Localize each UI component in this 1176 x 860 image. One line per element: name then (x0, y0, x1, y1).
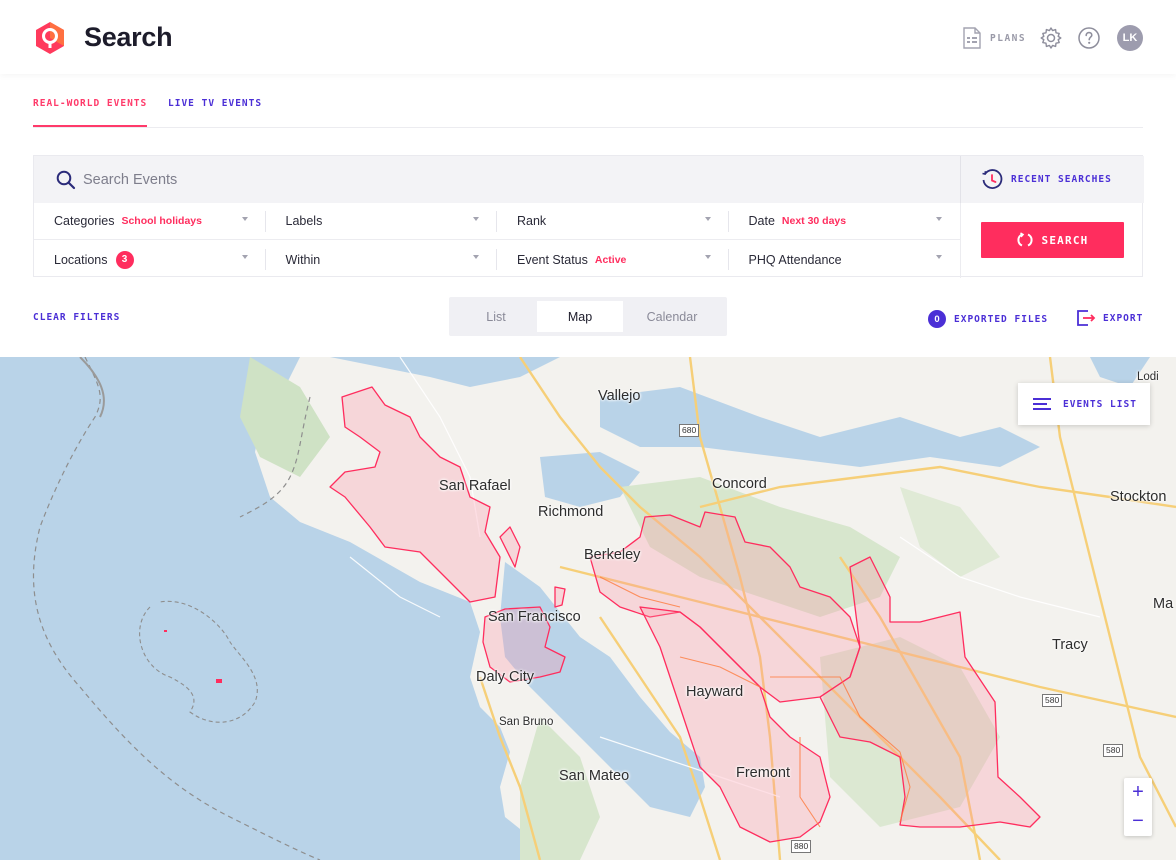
filter-value: School holidays (121, 215, 202, 227)
recent-searches-label: RECENT SEARCHES (1011, 174, 1112, 185)
clock-history-icon (982, 168, 1003, 189)
city-label: San Francisco (488, 609, 581, 625)
map-canvas (0, 357, 1176, 860)
filter-labels[interactable]: Labels (266, 203, 497, 239)
user-avatar[interactable]: LK (1117, 25, 1143, 51)
exported-files-button[interactable]: 0 EXPORTED FILES (928, 310, 1048, 328)
filter-row: Locations 3 Within Event Status Active P… (34, 241, 960, 278)
filter-label: Labels (285, 214, 323, 228)
view-map[interactable]: Map (537, 301, 623, 332)
city-label: Ma (1153, 596, 1174, 612)
search-button-area: SEARCH (960, 203, 1144, 278)
export-icon (1077, 310, 1096, 326)
city-label: Vallejo (598, 388, 641, 404)
zoom-out-button[interactable]: − (1124, 807, 1152, 836)
view-calendar[interactable]: Calendar (629, 301, 715, 332)
export-label: EXPORT (1103, 312, 1144, 324)
gear-icon[interactable] (1039, 26, 1063, 50)
city-label: Richmond (538, 504, 604, 520)
chevron-down-icon (241, 217, 248, 221)
city-label: San Bruno (499, 716, 554, 728)
city-label: Berkeley (584, 547, 641, 563)
filter-locations[interactable]: Locations 3 (34, 241, 266, 278)
city-label: Daly City (476, 669, 535, 685)
filter-label: Date (748, 214, 775, 228)
highway-shield: 580 (1042, 694, 1063, 707)
chevron-down-icon (704, 217, 711, 221)
plans-button[interactable]: PLANS (962, 26, 1026, 50)
recent-searches-button[interactable]: RECENT SEARCHES (960, 156, 1144, 203)
events-list-label: EVENTS LIST (1063, 398, 1137, 410)
filter-label: Within (285, 252, 321, 267)
filter-label: Rank (517, 214, 547, 228)
plans-label: PLANS (990, 32, 1027, 44)
export-button[interactable]: EXPORT (1076, 308, 1143, 328)
filter-categories[interactable]: Categories School holidays (34, 203, 266, 239)
predicthq-logo[interactable] (33, 21, 67, 55)
chevron-down-icon (936, 255, 942, 259)
search-button-label: SEARCH (1041, 233, 1089, 247)
chevron-down-icon (473, 217, 479, 221)
clear-filters-link[interactable]: CLEAR FILTERS (33, 312, 120, 323)
event-map[interactable]: Vallejo San Rafael Richmond Concord Stoc… (0, 357, 1176, 860)
search-icon (56, 170, 76, 189)
filter-phq-attendance[interactable]: PHQ Attendance (729, 241, 961, 278)
active-tab-underline (33, 125, 147, 127)
filter-value: Active (594, 253, 627, 266)
menu-icon (1033, 398, 1051, 410)
refresh-icon (1017, 232, 1033, 247)
filter-row: Categories School holidays Labels Rank D… (34, 203, 960, 240)
tab-real-world-events[interactable]: REAL-WORLD EVENTS (33, 98, 147, 109)
chevron-down-icon (936, 217, 942, 221)
highway-shield: 580 (1103, 744, 1124, 757)
chevron-down-icon (704, 255, 711, 259)
city-label: Fremont (736, 765, 790, 781)
filter-rank[interactable]: Rank (497, 203, 729, 239)
city-label: Hayward (686, 684, 744, 700)
city-label: San Mateo (559, 768, 630, 784)
city-label: Concord (712, 476, 767, 492)
filter-label: Event Status (517, 252, 588, 267)
chevron-down-icon (473, 255, 479, 259)
filter-label: Categories (54, 214, 115, 228)
page-title: Search (84, 22, 173, 52)
search-panel: RECENT SEARCHES Categories School holida… (33, 155, 1144, 278)
search-bar (34, 156, 960, 203)
search-input[interactable] (83, 171, 883, 188)
filter-label: PHQ Attendance (748, 252, 842, 267)
filter-label: Locations (54, 252, 108, 267)
exported-count-badge: 0 (928, 310, 946, 328)
zoom-in-button[interactable]: + (1124, 778, 1152, 807)
view-list[interactable]: List (453, 301, 539, 332)
highway-shield: 680 (679, 424, 700, 437)
city-label: Stockton (1110, 489, 1167, 505)
filter-value: Next 30 days (781, 215, 847, 227)
zoom-control: + − (1124, 778, 1152, 836)
exported-files-label: EXPORTED FILES (954, 313, 1049, 325)
search-button[interactable]: SEARCH (981, 222, 1124, 258)
events-list-button[interactable]: EVENTS LIST (1018, 383, 1150, 425)
tab-live-tv-events[interactable]: LIVE TV EVENTS (168, 98, 262, 109)
filter-event-status[interactable]: Event Status Active (497, 241, 729, 278)
document-icon (963, 27, 981, 49)
highway-shield: 880 (791, 840, 812, 853)
event-type-tabs: REAL-WORLD EVENTS LIVE TV EVENTS (33, 90, 1143, 128)
locations-count-badge: 3 (115, 250, 134, 269)
filter-date[interactable]: Date Next 30 days (729, 203, 961, 239)
view-toggle: List Map Calendar (449, 297, 727, 336)
filter-within[interactable]: Within (266, 241, 497, 278)
chevron-down-icon (241, 255, 248, 259)
top-bar: Search PLANS LK (0, 0, 1176, 74)
city-label: Tracy (1052, 637, 1088, 653)
city-label: San Rafael (439, 478, 511, 494)
help-icon[interactable] (1077, 26, 1101, 50)
city-label: Lodi (1137, 371, 1159, 383)
